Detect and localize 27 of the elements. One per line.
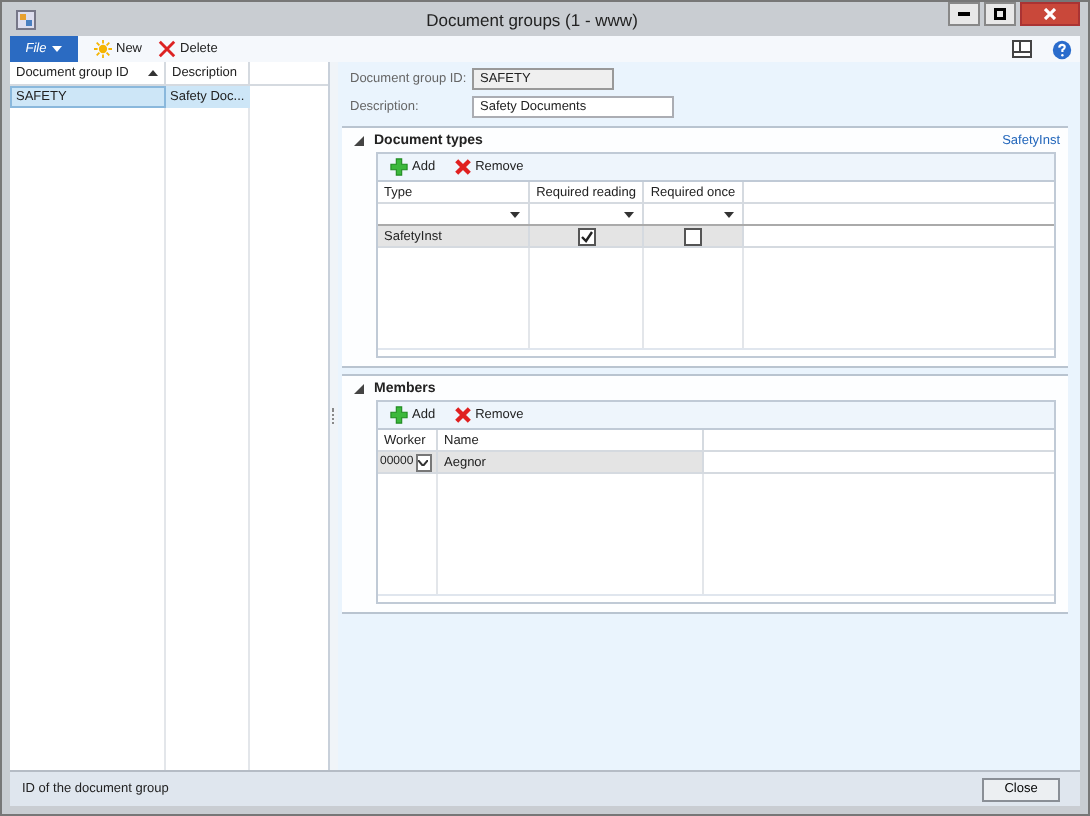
collapse-icon[interactable] — [354, 384, 364, 394]
plus-icon — [390, 158, 408, 176]
maximize-button[interactable] — [984, 2, 1016, 26]
caret-icon — [52, 46, 63, 52]
sun-icon — [94, 40, 112, 58]
help-icon[interactable] — [1052, 39, 1072, 59]
remove-icon — [453, 406, 472, 424]
close-button[interactable] — [1020, 2, 1080, 26]
minimize-icon — [958, 12, 970, 16]
dropdown-button[interactable] — [415, 453, 432, 471]
remove-icon — [453, 158, 472, 176]
caret-icon — [624, 211, 634, 217]
window-title: Document groups (1 - www) — [424, 9, 640, 29]
plus-icon — [390, 406, 408, 424]
collapse-icon[interactable] — [354, 136, 364, 146]
caret-icon — [724, 211, 734, 217]
close-icon — [1044, 8, 1056, 20]
checkbox[interactable] — [684, 227, 702, 245]
delete-icon — [158, 40, 177, 58]
layout-icon[interactable] — [1012, 40, 1032, 58]
minimize-button[interactable] — [948, 2, 980, 26]
checkbox[interactable] — [577, 227, 595, 245]
maximize-icon — [994, 8, 1006, 20]
chevron-down-icon — [418, 459, 429, 465]
sort-ascending-icon — [148, 70, 158, 76]
app-icon — [16, 9, 36, 29]
caret-icon — [510, 211, 520, 217]
